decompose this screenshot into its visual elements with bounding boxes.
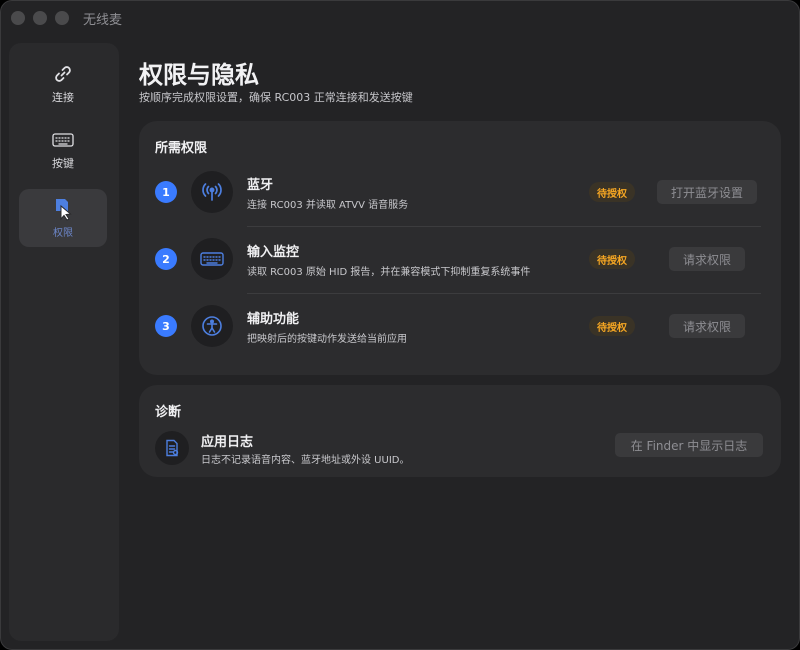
log-description: 日志不记录语音内容、蓝牙地址或外设 UUID。 — [201, 455, 410, 466]
request-permission-button[interactable]: 请求权限 — [669, 314, 745, 338]
sidebar-item-permissions[interactable]: 权限 — [19, 189, 107, 247]
accessibility-icon — [191, 305, 233, 347]
page-subtitle: 按顺序完成权限设置，确保 RC003 正常连接和发送按键 — [139, 91, 413, 104]
sidebar-item-label: 连接 — [52, 91, 74, 104]
permission-description: 连接 RC003 并读取 ATVV 语音服务 — [247, 200, 409, 211]
permissions-card: 所需权限 1 蓝牙 连接 RC003 并读取 ATVV 语音服务 待授权 打开蓝… — [139, 121, 781, 375]
sidebar: 连接 按键 权限 — [9, 43, 119, 641]
keyboard-icon — [191, 238, 233, 280]
show-log-in-finder-button[interactable]: 在 Finder 中显示日志 — [615, 433, 763, 457]
page-title: 权限与隐私 — [139, 61, 259, 89]
permission-row-input-monitoring: 2 输入监控 读取 RC003 原始 HID 报告，并在兼容模式下抑制重复系统事… — [139, 230, 781, 288]
step-number: 1 — [155, 181, 177, 203]
permission-description: 把映射后的按键动作发送给当前应用 — [247, 334, 407, 345]
step-number: 3 — [155, 315, 177, 337]
bluetooth-antenna-icon — [191, 171, 233, 213]
permission-name: 输入监控 — [247, 245, 300, 260]
app-window: 无线麦 连接 按键 权限 权限与隐私 按顺序完成权限设置，确保 RC003 正常… — [0, 0, 800, 650]
permission-icon — [52, 198, 74, 221]
diagnostics-card-title: 诊断 — [155, 405, 182, 420]
divider — [247, 293, 761, 294]
minimize-window-button[interactable] — [33, 11, 47, 25]
sidebar-item-label: 按键 — [52, 157, 74, 170]
keyboard-icon — [52, 129, 74, 151]
sidebar-item-keys[interactable]: 按键 — [19, 121, 107, 179]
open-bluetooth-settings-button[interactable]: 打开蓝牙设置 — [657, 180, 757, 204]
status-badge: 待授权 — [589, 316, 635, 336]
diagnostics-card: 诊断 应用日志 日志不记录语音内容、蓝牙地址或外设 UUID。 在 Finder… — [139, 385, 781, 477]
window-controls — [11, 11, 69, 25]
permission-row-accessibility: 3 辅助功能 把映射后的按键动作发送给当前应用 待授权 请求权限 — [139, 297, 781, 355]
sidebar-item-label: 权限 — [53, 227, 73, 239]
log-document-icon — [155, 431, 189, 465]
permission-name: 辅助功能 — [247, 312, 300, 327]
zoom-window-button[interactable] — [55, 11, 69, 25]
main-content: 权限与隐私 按顺序完成权限设置，确保 RC003 正常连接和发送按键 所需权限 … — [139, 1, 781, 649]
sidebar-item-connect[interactable]: 连接 — [19, 55, 107, 113]
log-name: 应用日志 — [201, 435, 254, 450]
step-number: 2 — [155, 248, 177, 270]
permissions-card-title: 所需权限 — [155, 141, 208, 156]
request-permission-button[interactable]: 请求权限 — [669, 247, 745, 271]
window-title: 无线麦 — [83, 12, 123, 28]
divider — [247, 226, 761, 227]
status-badge: 待授权 — [589, 249, 635, 269]
permission-description: 读取 RC003 原始 HID 报告，并在兼容模式下抑制重复系统事件 — [247, 267, 531, 278]
permission-name: 蓝牙 — [247, 178, 274, 193]
status-badge: 待授权 — [589, 182, 635, 202]
link-icon — [52, 63, 74, 85]
permission-row-bluetooth: 1 蓝牙 连接 RC003 并读取 ATVV 语音服务 待授权 打开蓝牙设置 — [139, 163, 781, 221]
close-window-button[interactable] — [11, 11, 25, 25]
